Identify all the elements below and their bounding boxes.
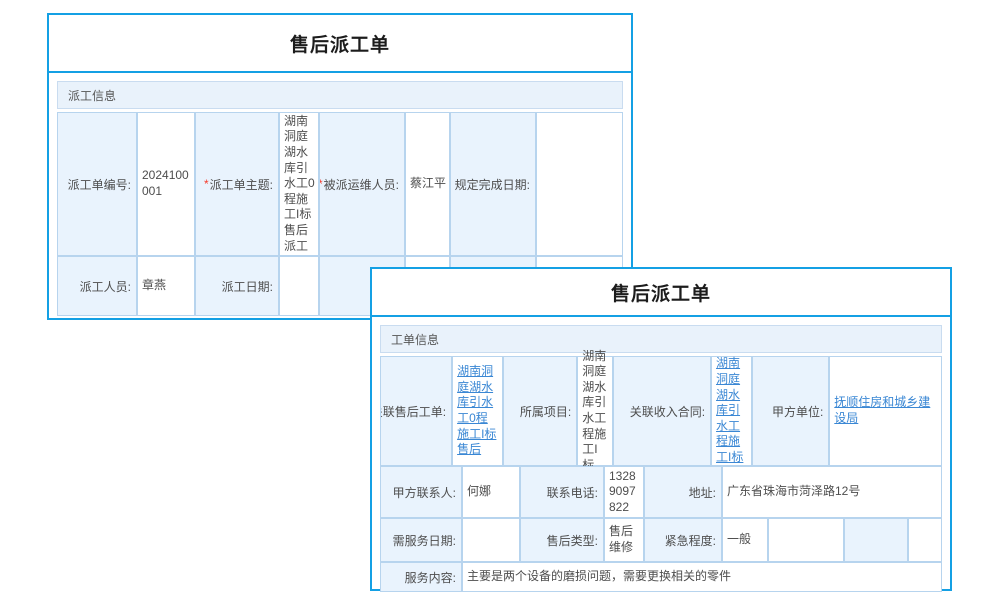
label-related-income-contract: 关联收入合同:	[613, 356, 711, 466]
panel-title: 售后派工单	[49, 15, 631, 73]
table-row: 需服务日期: 售后类型: 售后维修 紧急程度: 一般	[380, 518, 942, 562]
table-row: 关联售后工单: 湖南洞庭湖水库引水工0程施工I标售后 所属项目: 湖南洞庭湖水库…	[380, 356, 942, 466]
label-address: 地址:	[644, 466, 722, 518]
label-dispatch-date: 派工日期:	[195, 256, 279, 316]
value-work-order-no: 2024100001	[137, 112, 195, 256]
value-dispatcher: 章燕	[137, 256, 195, 316]
value-project: 湖南洞庭湖水库引水工程施工I标	[577, 356, 613, 466]
section-header-order-info: 工单信息	[380, 325, 942, 353]
empty-label-cell	[844, 518, 908, 562]
required-asterisk: *	[319, 177, 323, 191]
value-service-date	[462, 518, 520, 562]
value-address: 广东省珠海市菏泽路12号	[722, 466, 942, 518]
value-urgency: 一般	[722, 518, 768, 562]
panel-title: 售后派工单	[372, 269, 950, 317]
value-party-a-contact: 何娜	[462, 466, 520, 518]
label-project: 所属项目:	[503, 356, 577, 466]
table-row: 派工单编号: 2024100001 * 派工单主题: 湖南洞庭湖水库引水工0程施…	[57, 112, 623, 256]
panel-body: 工单信息 关联售后工单: 湖南洞庭湖水库引水工0程施工I标售后 所属项目: 湖南…	[372, 317, 950, 600]
work-order-card-order-info: 售后派工单 工单信息 关联售后工单: 湖南洞庭湖水库引水工0程施工I标售后 所属…	[370, 267, 952, 591]
label-assigned-personnel: * 被派运维人员:	[319, 112, 405, 256]
label-party-a-unit: 甲方单位:	[752, 356, 829, 466]
value-aftersales-type: 售后维修	[604, 518, 644, 562]
label-text: 派工单主题:	[210, 176, 273, 193]
label-work-order-subject: * 派工单主题:	[195, 112, 279, 256]
value-assigned-personnel: 蔡江平	[405, 112, 450, 256]
label-text: 被派运维人员:	[324, 176, 399, 193]
value-required-finish-date	[536, 112, 623, 256]
required-asterisk: *	[204, 177, 209, 191]
label-party-a-contact: 甲方联系人:	[380, 466, 462, 518]
table-row: 服务内容: 主要是两个设备的磨损问题，需要更换相关的零件	[380, 562, 942, 592]
label-work-order-no: 派工单编号:	[57, 112, 137, 256]
value-party-a-unit: 抚顺住房和城乡建设局	[829, 356, 942, 466]
related-income-contract-link[interactable]: 湖南洞庭湖水库引水工程施工I标	[716, 356, 748, 465]
related-aftersales-order-link[interactable]: 湖南洞庭湖水库引水工0程施工I标售后	[457, 364, 499, 458]
value-contact-phone: 13289097822	[604, 466, 644, 518]
label-urgency: 紧急程度:	[644, 518, 722, 562]
section-header-dispatch-info: 派工信息	[57, 81, 623, 109]
label-required-finish-date: 规定完成日期:	[450, 112, 536, 256]
label-service-date: 需服务日期:	[380, 518, 462, 562]
value-related-aftersales-order: 湖南洞庭湖水库引水工0程施工I标售后	[452, 356, 503, 466]
party-a-unit-link[interactable]: 抚顺住房和城乡建设局	[834, 395, 938, 426]
value-related-income-contract: 湖南洞庭湖水库引水工程施工I标	[711, 356, 752, 466]
value-work-order-subject: 湖南洞庭湖水库引水工0程施工I标售后派工	[279, 112, 319, 256]
empty-value-cell	[908, 518, 942, 562]
page-background: 售后派工单 派工信息 派工单编号: 2024100001 * 派工单主题: 湖南…	[0, 0, 1000, 600]
order-info-table: 关联售后工单: 湖南洞庭湖水库引水工0程施工I标售后 所属项目: 湖南洞庭湖水库…	[380, 356, 942, 592]
label-related-aftersales-order: 关联售后工单:	[380, 356, 452, 466]
value-service-content: 主要是两个设备的磨损问题，需要更换相关的零件	[462, 562, 942, 592]
value-dispatch-date	[279, 256, 319, 316]
label-service-content: 服务内容:	[380, 562, 462, 592]
label-aftersales-type: 售后类型:	[520, 518, 604, 562]
label-dispatcher: 派工人员:	[57, 256, 137, 316]
label-contact-phone: 联系电话:	[520, 466, 604, 518]
empty-value-cell	[768, 518, 844, 562]
table-row: 甲方联系人: 何娜 联系电话: 13289097822 地址: 广东省珠海市菏泽…	[380, 466, 942, 518]
